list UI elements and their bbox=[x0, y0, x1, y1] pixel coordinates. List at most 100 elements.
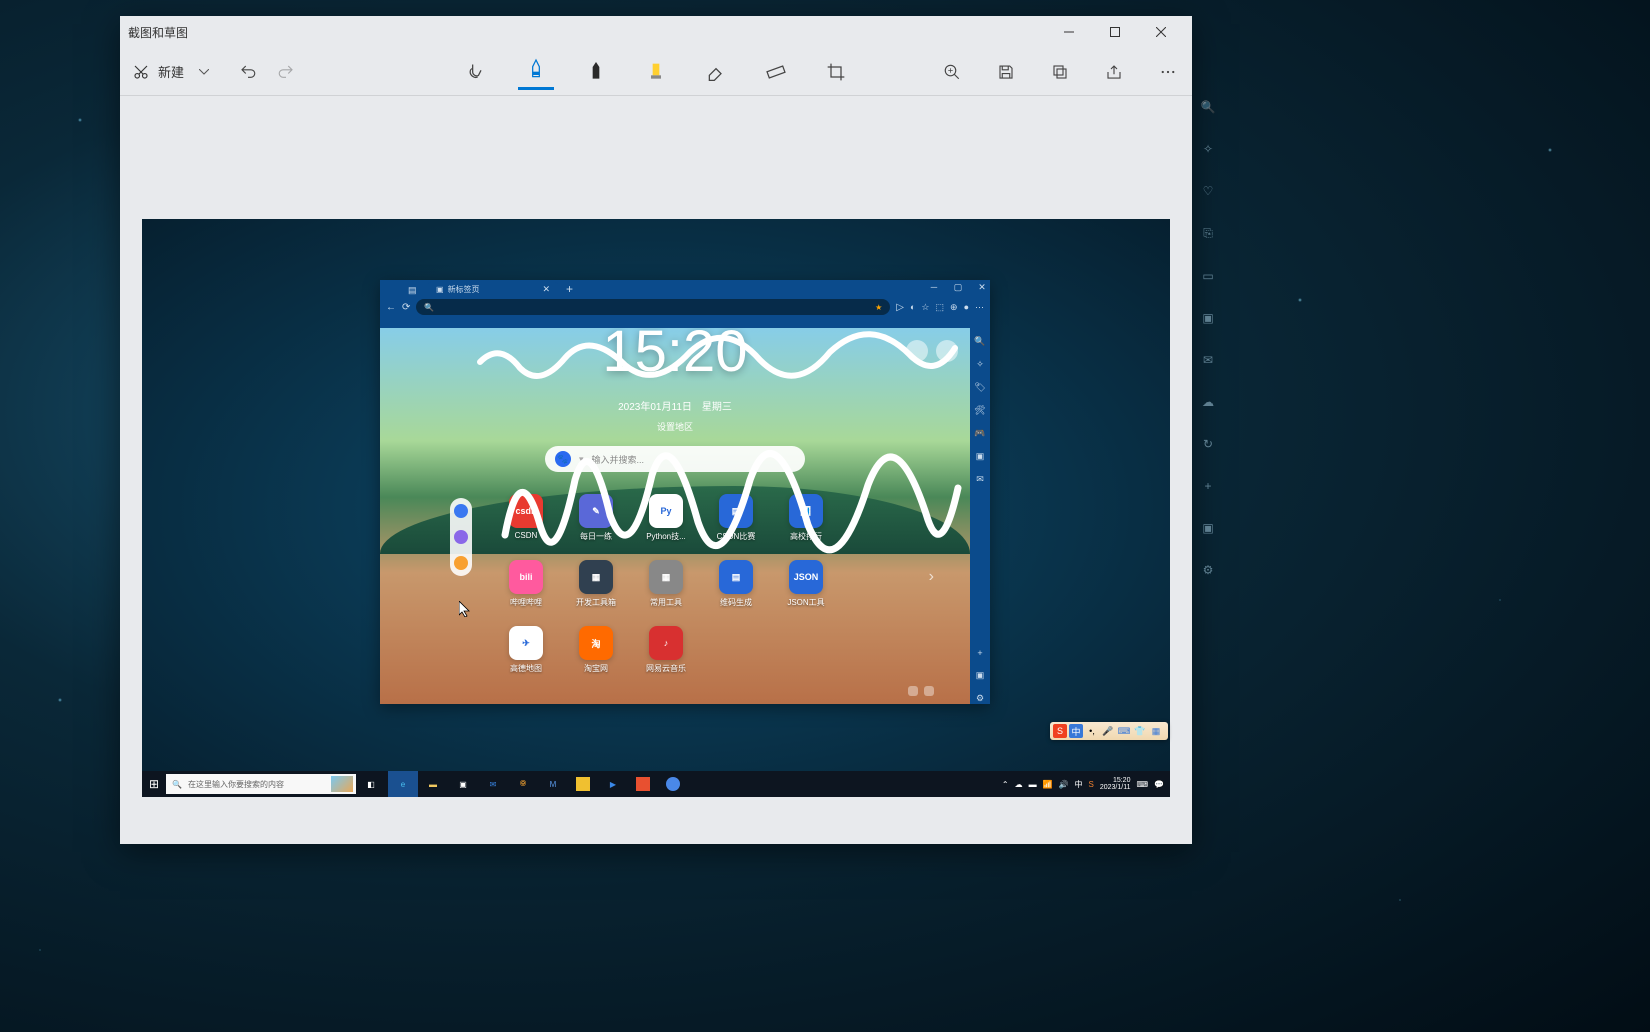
taskbar-store[interactable]: ▣ bbox=[448, 771, 478, 797]
favorites-icon[interactable]: ☆ bbox=[921, 302, 929, 313]
sidebar-m365-icon[interactable]: ▣ bbox=[976, 451, 985, 462]
browser-minimize-button[interactable]: ─ bbox=[928, 282, 940, 293]
refresh-button[interactable]: ⟳ bbox=[402, 302, 410, 313]
taskbar-app-4[interactable] bbox=[628, 771, 658, 797]
play-icon[interactable]: ▷ bbox=[896, 302, 904, 313]
sidebar-collapse-icon[interactable]: ▣ bbox=[976, 670, 985, 681]
quick-link-tile[interactable]: 📊高校排行 bbox=[776, 494, 836, 542]
taskbar-mail[interactable]: ✉ bbox=[478, 771, 508, 797]
address-bar[interactable]: 🔍 ★ bbox=[416, 299, 890, 315]
pencil-button[interactable] bbox=[578, 54, 614, 90]
close-button[interactable] bbox=[1138, 16, 1184, 48]
sidebar-ai-icon[interactable]: ✧ bbox=[976, 359, 984, 370]
sidebar-search-icon[interactable]: 🔍 bbox=[974, 336, 985, 347]
ime-keyboard-icon[interactable]: ⌨ bbox=[1117, 724, 1131, 738]
tray-notifications-icon[interactable]: 💬 bbox=[1154, 780, 1164, 789]
taskbar-search-app[interactable]: 🞋 bbox=[508, 771, 538, 797]
back-button[interactable]: ← bbox=[386, 302, 396, 313]
start-button[interactable]: ⊞ bbox=[142, 777, 166, 791]
tray-onedrive-icon[interactable]: ☁ bbox=[1015, 780, 1023, 789]
ime-lang-button[interactable]: 中 bbox=[1069, 724, 1083, 738]
dock-item-3[interactable] bbox=[454, 556, 468, 570]
ime-floating-bar[interactable]: S 中 •, 🎤 ⌨ 👕 ▦ bbox=[1050, 722, 1168, 740]
ballpoint-pen-button[interactable] bbox=[518, 54, 554, 90]
page-indicator[interactable] bbox=[924, 686, 934, 696]
browser-tab[interactable]: ▣ 新标签页 ✕ bbox=[428, 282, 558, 296]
quick-link-tile[interactable]: 淘淘宝网 bbox=[566, 626, 626, 674]
sidebar-add-icon[interactable]: + bbox=[977, 648, 982, 658]
taskbar-app-3[interactable]: ▶ bbox=[598, 771, 628, 797]
more-button[interactable] bbox=[1150, 54, 1186, 90]
appearance-icon[interactable]: ◐ bbox=[910, 302, 915, 313]
sidebar-games-icon[interactable]: 🎮 bbox=[974, 428, 985, 439]
highlighter-button[interactable] bbox=[638, 54, 674, 90]
sidebar-settings-icon[interactable]: ⚙ bbox=[976, 693, 984, 704]
zoom-button[interactable] bbox=[934, 54, 970, 90]
workspace-icon[interactable]: ▤ bbox=[408, 285, 424, 296]
tab-close-button[interactable]: ✕ bbox=[542, 284, 550, 295]
ime-voice-icon[interactable]: 🎤 bbox=[1101, 724, 1115, 738]
sidebar-tools-icon[interactable]: 🛠 bbox=[974, 405, 985, 416]
tray-wifi-icon[interactable]: 📶 bbox=[1043, 780, 1053, 789]
sidebar-shopping-icon[interactable]: 🏷 bbox=[974, 382, 985, 393]
undo-button[interactable] bbox=[230, 54, 266, 90]
tray-sogou-icon[interactable]: S bbox=[1089, 780, 1094, 789]
tray-battery-icon[interactable]: ▬ bbox=[1029, 780, 1037, 789]
weather-icon[interactable] bbox=[936, 340, 958, 362]
taskbar-edge[interactable]: e bbox=[388, 771, 418, 797]
quick-link-tile[interactable]: ▤维码生成 bbox=[706, 560, 766, 608]
profile-avatar[interactable]: ● bbox=[964, 302, 969, 313]
ruler-button[interactable] bbox=[758, 54, 794, 90]
region-link[interactable]: 设置地区 bbox=[657, 420, 693, 433]
quick-link-tile[interactable]: csdnCSDN bbox=[496, 494, 556, 542]
quick-link-tile[interactable]: ▦常用工具 bbox=[636, 560, 696, 608]
tray-ime-icon[interactable]: 中 bbox=[1075, 779, 1083, 790]
dock-item-2[interactable] bbox=[454, 530, 468, 544]
touch-writing-button[interactable] bbox=[458, 54, 494, 90]
browser-maximize-button[interactable]: ▢ bbox=[952, 282, 964, 293]
collections-icon[interactable]: ⊕ bbox=[950, 302, 958, 313]
ime-skin-icon[interactable]: 👕 bbox=[1133, 724, 1147, 738]
extension-icon[interactable]: ⬚ bbox=[936, 302, 945, 313]
settings-menu-button[interactable]: ⋯ bbox=[975, 302, 984, 313]
taskbar-app-5[interactable] bbox=[658, 771, 688, 797]
quick-link-tile[interactable]: ✈高德地图 bbox=[496, 626, 556, 674]
favorite-icon[interactable]: ★ bbox=[875, 303, 882, 312]
eraser-button[interactable] bbox=[698, 54, 734, 90]
new-snip-dropdown[interactable] bbox=[192, 69, 216, 75]
quick-link-tile[interactable]: ♪网易云音乐 bbox=[636, 626, 696, 674]
quick-link-tile[interactable]: ▦开发工具箱 bbox=[566, 560, 626, 608]
taskbar-app-1[interactable]: M bbox=[538, 771, 568, 797]
quick-link-tile[interactable]: bili哔哩哔哩 bbox=[496, 560, 556, 608]
dock-item-1[interactable] bbox=[454, 504, 468, 518]
quick-link-tile[interactable]: JSONJSON工具 bbox=[776, 560, 836, 608]
maximize-button[interactable] bbox=[1092, 16, 1138, 48]
tray-volume-icon[interactable]: 🔊 bbox=[1059, 780, 1069, 789]
share-button[interactable] bbox=[1096, 54, 1132, 90]
new-tab-button[interactable]: + bbox=[562, 282, 577, 296]
minimize-button[interactable] bbox=[1046, 16, 1092, 48]
quick-link-tile[interactable]: PyPython技... bbox=[636, 494, 696, 542]
ime-punct-icon[interactable]: •, bbox=[1085, 724, 1099, 738]
browser-close-button[interactable]: ✕ bbox=[976, 282, 988, 293]
copy-button[interactable] bbox=[1042, 54, 1078, 90]
new-snip-button[interactable]: 新建 bbox=[126, 58, 190, 85]
task-view-button[interactable]: ◧ bbox=[356, 771, 386, 797]
next-page-button[interactable]: › bbox=[929, 568, 934, 586]
taskbar-app-2[interactable] bbox=[568, 771, 598, 797]
save-button[interactable] bbox=[988, 54, 1024, 90]
quick-link-tile[interactable]: ✎每日一练 bbox=[566, 494, 626, 542]
quick-link-tile[interactable]: ▤CSDN比赛 bbox=[706, 494, 766, 542]
redo-button[interactable] bbox=[268, 54, 304, 90]
apps-icon[interactable] bbox=[906, 340, 928, 362]
ime-toolbox-icon[interactable]: ▦ bbox=[1149, 724, 1163, 738]
bg-icon: ✉ bbox=[1203, 353, 1213, 367]
search-input[interactable]: 🐾 ▾ 输入并搜索... bbox=[545, 446, 805, 472]
taskbar-explorer[interactable]: ▬ bbox=[418, 771, 448, 797]
page-indicator[interactable] bbox=[908, 686, 918, 696]
taskbar-search[interactable]: 🔍 在这里输入你要搜索的内容 bbox=[166, 774, 356, 794]
crop-button[interactable] bbox=[818, 54, 854, 90]
sidebar-outlook-icon[interactable]: ✉ bbox=[976, 474, 984, 485]
tray-keyboard-icon[interactable]: ⌨ bbox=[1136, 780, 1148, 789]
tray-chevron-icon[interactable]: ⌃ bbox=[1002, 780, 1009, 789]
